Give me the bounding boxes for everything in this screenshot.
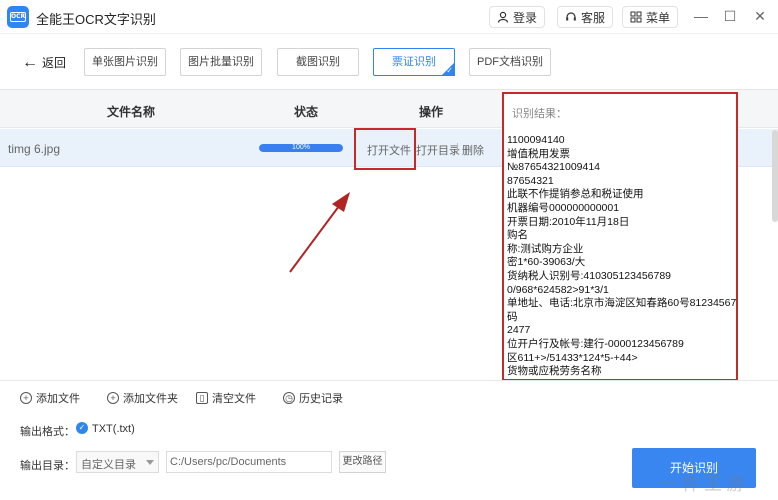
trash-icon: ▯ — [196, 392, 208, 404]
add-folder-label: 添加文件夹 — [123, 393, 178, 405]
highlight-box — [354, 128, 416, 170]
dir-select-value: 自定义目录 — [81, 459, 136, 471]
result-line: 密1*60-39063/大 — [507, 256, 586, 269]
result-line: 1100094140 — [507, 134, 565, 146]
arrow-left-icon: ← — [22, 53, 38, 71]
path-field[interactable]: C:/Users/pc/Documents — [166, 451, 332, 473]
result-line: 0/968*624582>91*3/1 — [507, 283, 609, 296]
result-line: 货纳税人识别号:410305123456789 — [507, 269, 672, 282]
support-button[interactable]: 客服 — [557, 6, 614, 28]
app-title: 全能王OCR文字识别 — [36, 12, 156, 27]
clear-files-button[interactable]: ▯ 清空文件 — [196, 390, 256, 406]
result-line: 货物或应税劳务名称 — [507, 365, 602, 378]
maximize-icon[interactable]: ☐ — [722, 8, 738, 25]
add-folder-button[interactable]: + 添加文件夹 — [107, 390, 178, 406]
close-icon[interactable]: ✕ — [752, 8, 768, 25]
back-label: 返回 — [42, 56, 67, 70]
dir-select[interactable]: 自定义目录 — [76, 451, 159, 473]
header-actions: 操作 — [419, 105, 444, 119]
login-label: 登录 — [513, 10, 538, 25]
app-logo: OCR — [7, 6, 29, 28]
change-path-button[interactable]: 更改路径 — [339, 451, 386, 473]
result-line: 位开户行及帐号:建行-0000123456789 — [507, 337, 684, 350]
user-icon — [497, 11, 509, 23]
tab-ticket[interactable]: 票证识别 ✓ — [373, 48, 455, 76]
result-line: 87654321 — [507, 174, 554, 187]
divider — [0, 380, 778, 381]
progress-text: 100% — [292, 144, 310, 151]
result-text[interactable]: 1100094140 增值税用发票 №87654321009414 87654321 此… — [507, 134, 737, 379]
headset-icon — [566, 12, 576, 21]
result-line: 单地址、电话:北京市海淀区知春路60号81234567 — [507, 297, 737, 310]
menu-button[interactable]: 菜单 — [622, 6, 679, 28]
header-status: 状态 — [294, 105, 319, 119]
watermark: 一件王游 — [660, 474, 748, 494]
support-label: 客服 — [581, 10, 606, 25]
check-icon: ✓ — [446, 66, 453, 75]
output-dir-label: 输出目录： — [20, 460, 75, 472]
add-file-button[interactable]: + 添加文件 — [20, 390, 80, 406]
file-name: timg 6.jpg — [8, 142, 61, 156]
result-line: №87654321009414 — [507, 161, 601, 174]
menu-label: 菜单 — [646, 10, 671, 25]
tab-single-image[interactable]: 单张图片识别 — [84, 48, 166, 76]
title-bar: OCR 全能王OCR文字识别 登录 客服 菜单 — ☐ ✕ — [0, 0, 778, 34]
toolbar: ← 返回 单张图片识别 图片批量识别 截图识别 票证识别 ✓ PDF文档识别 — [0, 34, 778, 90]
result-line: 购名 — [507, 229, 528, 242]
app-logo-text: OCR — [10, 12, 26, 22]
delete-link[interactable]: 删除 — [462, 142, 484, 158]
result-line: 2477 — [507, 324, 531, 337]
tab-batch-image[interactable]: 图片批量识别 — [180, 48, 262, 76]
separator: | — [456, 142, 459, 154]
header-filename: 文件名称 — [107, 105, 156, 119]
result-line: 码 — [507, 310, 518, 323]
tab-screenshot[interactable]: 截图识别 — [277, 48, 359, 76]
chevron-down-icon — [146, 460, 154, 465]
scrollbar[interactable] — [772, 130, 778, 222]
output-format-label: 输出格式： — [20, 426, 75, 438]
result-line: 区611+>/51433*124*5-+44> — [507, 351, 638, 364]
clear-files-label: 清空文件 — [212, 393, 256, 405]
minimize-icon[interactable]: — — [693, 8, 709, 24]
result-label: 识别结果： — [512, 108, 567, 120]
annotation-arrow — [289, 192, 350, 273]
history-button[interactable]: ◷ 历史记录 — [283, 390, 343, 406]
open-dir-link[interactable]: 打开目录 — [416, 142, 460, 158]
output-format-value[interactable]: TXT(.txt) — [92, 423, 135, 435]
login-button[interactable]: 登录 — [489, 6, 546, 28]
grid-icon — [630, 11, 642, 23]
progress-bar: 100% — [259, 144, 343, 152]
result-panel[interactable]: 识别结果： 1100094140 增值税用发票 №87654321009414 876… — [502, 92, 738, 381]
plus-circle-icon: + — [20, 392, 32, 404]
plus-circle-icon: + — [107, 392, 119, 404]
result-line: 称:测试购方企业 — [507, 242, 584, 255]
result-line: 增值税用发票 — [507, 147, 570, 160]
back-button[interactable]: ← 返回 — [22, 54, 66, 71]
add-file-label: 添加文件 — [36, 393, 80, 405]
radio-selected-icon[interactable]: ✓ — [76, 422, 88, 434]
history-label: 历史记录 — [299, 393, 343, 405]
result-line: 开票日期:2010年11月18日 — [507, 215, 630, 228]
result-line: 机器编号000000000001 — [507, 201, 620, 214]
tab-pdf[interactable]: PDF文档识别 — [469, 48, 551, 76]
tab-ticket-label: 票证识别 — [392, 56, 436, 68]
result-line: 此联不作提销参总和税证使用 — [507, 188, 644, 201]
clock-icon: ◷ — [283, 392, 295, 404]
